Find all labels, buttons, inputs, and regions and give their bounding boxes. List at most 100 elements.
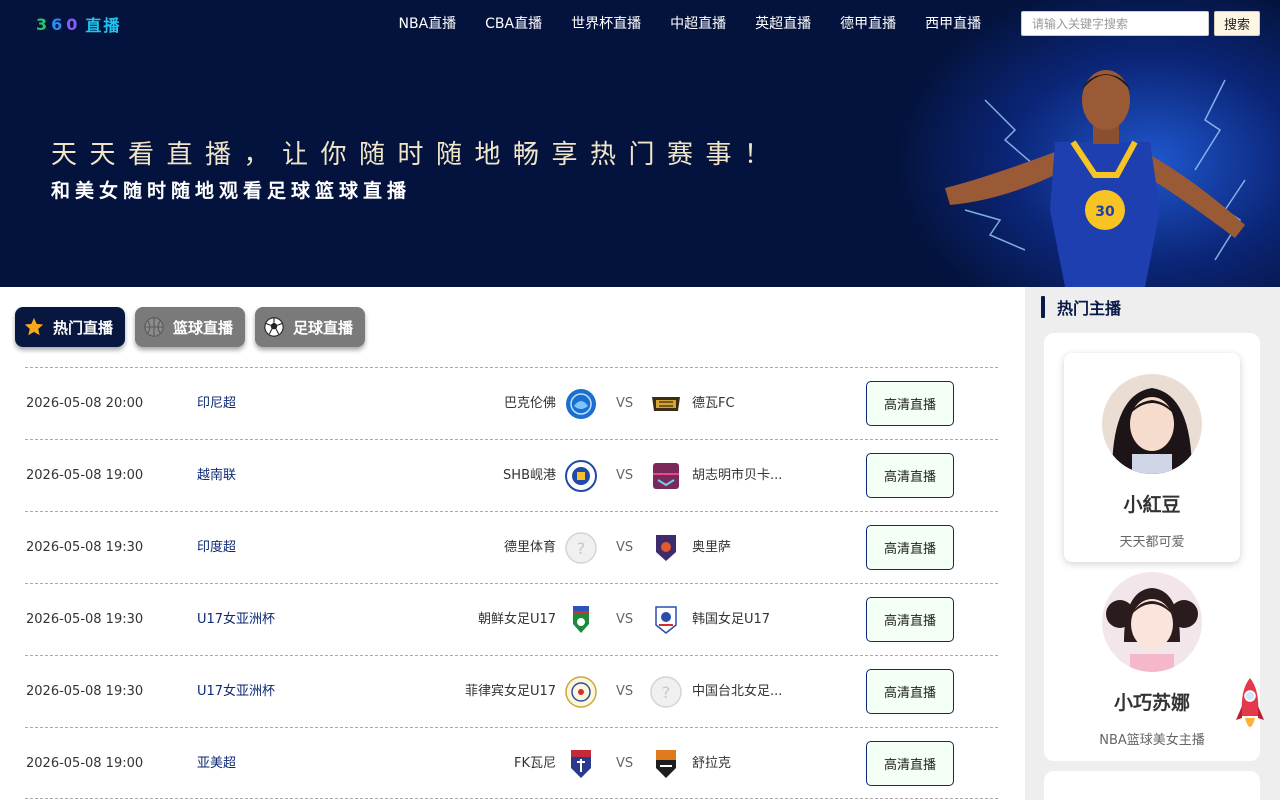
- match-time: 2026-05-08 20:00: [26, 396, 144, 411]
- basketball-icon: [143, 316, 165, 338]
- streamer-card[interactable]: 小巧苏娜 NBA篮球美女主播: [1064, 572, 1240, 750]
- main-nav: NBA直播 CBA直播 世界杯直播 中超直播 英超直播 德甲直播 西甲直播: [384, 0, 996, 46]
- match-league[interactable]: U17女亚洲杯: [197, 656, 275, 728]
- streamer-panel: 小紅豆 天天都可爱 小巧苏娜 NBA篮球美女主播: [1044, 333, 1260, 761]
- away-team: 奥里萨: [692, 540, 732, 555]
- tab-label: 热门直播: [53, 318, 114, 337]
- streamer-card[interactable]: 小紅豆 天天都可爱: [1064, 353, 1240, 562]
- match-league[interactable]: 越南联: [197, 440, 236, 512]
- match-row: 2026-05-08 19:00 越南联 SHB岘港 VS 胡志明市贝卡... …: [25, 439, 998, 511]
- home-team: SHB岘港: [503, 468, 556, 483]
- match-league[interactable]: 亚美超: [197, 728, 236, 800]
- match-row: 2026-05-08 19:30 U17女亚洲杯 菲律宾女足U17 VS ? 中…: [25, 655, 998, 727]
- match-time: 2026-05-08 19:00: [26, 756, 144, 771]
- match-row: 2026-05-08 20:00 印尼超 巴克伦佛 VS 德瓦FC 高清直播: [25, 367, 998, 439]
- category-tabs: 热门直播 篮球直播 足球直播: [15, 307, 365, 347]
- home-team: 菲律宾女足U17: [464, 684, 556, 699]
- match-row: 2026-05-08 19:30 U17女亚洲杯 朝鲜女足U17 VS 韩国女足…: [25, 583, 998, 655]
- svg-text:?: ?: [662, 683, 671, 702]
- vs-label: VS: [616, 756, 634, 771]
- nav-laliga[interactable]: 西甲直播: [911, 13, 996, 33]
- svg-text:30: 30: [1095, 204, 1115, 220]
- avatar: [1102, 572, 1202, 672]
- away-team: 胡志明市贝卡...: [692, 468, 783, 483]
- away-team-logo-icon: [655, 606, 677, 634]
- match-time: 2026-05-08 19:30: [26, 684, 144, 699]
- home-team-logo-icon: [565, 676, 597, 708]
- hero-subslogan: 和美女随时随地观看足球篮球直播: [51, 180, 412, 202]
- away-team-logo-icon: [653, 463, 679, 489]
- soccer-ball-icon: [263, 316, 285, 338]
- tab-label: 篮球直播: [173, 318, 234, 337]
- sidebar-title: 热门主播: [1041, 296, 1121, 318]
- hd-live-button[interactable]: 高清直播: [866, 597, 954, 642]
- match-league[interactable]: U17女亚洲杯: [197, 584, 275, 656]
- away-team-logo-icon: [656, 750, 676, 778]
- vs-label: VS: [616, 612, 634, 627]
- placeholder-team-logo-icon: ?: [565, 532, 597, 564]
- hero-banner: 3 6 0 直播 NBA直播 CBA直播 世界杯直播 中超直播 英超直播 德甲直…: [0, 0, 1280, 287]
- avatar: [1102, 374, 1202, 474]
- away-team-logo-icon: [652, 397, 680, 411]
- sidebar-title-text: 热门主播: [1057, 299, 1122, 318]
- match-time: 2026-05-08 19:30: [26, 612, 144, 627]
- home-team-logo-icon: [566, 389, 596, 419]
- home-team: 德里体育: [503, 540, 556, 555]
- match-row: 2026-05-08 19:00 亚美超 FK瓦尼 VS 舒拉克 高清直播: [25, 727, 998, 799]
- tab-hot-live[interactable]: 热门直播: [15, 307, 125, 347]
- streamer-description: 天天都可爱: [1119, 535, 1185, 550]
- streamer-description: NBA篮球美女主播: [1099, 733, 1205, 748]
- rocket-back-to-top-icon[interactable]: [1236, 676, 1264, 736]
- match-league[interactable]: 印度超: [197, 512, 236, 584]
- home-team-logo-icon: [571, 750, 591, 778]
- placeholder-team-logo-icon: ?: [650, 676, 682, 708]
- home-team: 巴克伦佛: [503, 396, 556, 411]
- hd-live-button[interactable]: 高清直播: [866, 381, 954, 426]
- home-team-logo-icon: [573, 606, 589, 633]
- match-league[interactable]: 印尼超: [197, 368, 236, 440]
- basketball-player-image: 30: [945, 70, 1246, 287]
- title-accent-bar: [1041, 296, 1045, 318]
- logo-digit-3: 3: [36, 14, 50, 34]
- vs-label: VS: [616, 540, 634, 555]
- logo-digit-6: 6: [51, 14, 65, 34]
- nav-cba[interactable]: CBA直播: [471, 13, 557, 33]
- hd-live-button[interactable]: 高清直播: [866, 453, 954, 498]
- away-team: 中国台北女足...: [692, 684, 783, 699]
- logo-digit-0: 0: [66, 14, 80, 34]
- home-team: 朝鲜女足U17: [477, 612, 556, 627]
- away-team: 舒拉克: [692, 756, 732, 771]
- nav-world-cup[interactable]: 世界杯直播: [557, 13, 656, 33]
- streamer-name: 小紅豆: [1123, 494, 1181, 516]
- site-logo[interactable]: 3 6 0 直播: [36, 13, 122, 36]
- logo-text: 直播: [85, 16, 122, 35]
- match-list: 2026-05-08 20:00 印尼超 巴克伦佛 VS 德瓦FC 高清直播 2…: [25, 367, 998, 799]
- home-team-logo-icon: [565, 460, 597, 492]
- vs-label: VS: [616, 684, 634, 699]
- match-time: 2026-05-08 19:00: [26, 468, 144, 483]
- match-row: 2026-05-08 19:30 印度超 德里体育 ? VS 奥里萨 高清直播: [25, 511, 998, 583]
- tab-basketball-live[interactable]: 篮球直播: [135, 307, 245, 347]
- nav-csl[interactable]: 中超直播: [656, 13, 741, 33]
- nav-bundesliga[interactable]: 德甲直播: [826, 13, 911, 33]
- home-team: FK瓦尼: [513, 756, 556, 771]
- svg-text:?: ?: [577, 539, 586, 558]
- away-team-logo-icon: [656, 535, 676, 561]
- nav-nba[interactable]: NBA直播: [384, 13, 471, 33]
- match-time: 2026-05-08 19:30: [26, 540, 144, 555]
- nav-epl[interactable]: 英超直播: [741, 13, 826, 33]
- streamer-panel-next: [1044, 771, 1260, 800]
- tab-label: 足球直播: [293, 318, 354, 337]
- vs-label: VS: [616, 468, 634, 483]
- hd-live-button[interactable]: 高清直播: [866, 525, 954, 570]
- streamer-name: 小巧苏娜: [1113, 692, 1190, 714]
- hd-live-button[interactable]: 高清直播: [866, 669, 954, 714]
- hero-slogan: 天天看直播，让你随时随地畅享热门赛事！: [51, 140, 783, 170]
- away-team: 德瓦FC: [692, 396, 735, 411]
- search-input[interactable]: [1021, 11, 1209, 36]
- search-button[interactable]: 搜索: [1214, 11, 1260, 36]
- hd-live-button[interactable]: 高清直播: [866, 741, 954, 786]
- star-icon: [23, 316, 45, 338]
- away-team: 韩国女足U17: [692, 612, 771, 627]
- tab-football-live[interactable]: 足球直播: [255, 307, 365, 347]
